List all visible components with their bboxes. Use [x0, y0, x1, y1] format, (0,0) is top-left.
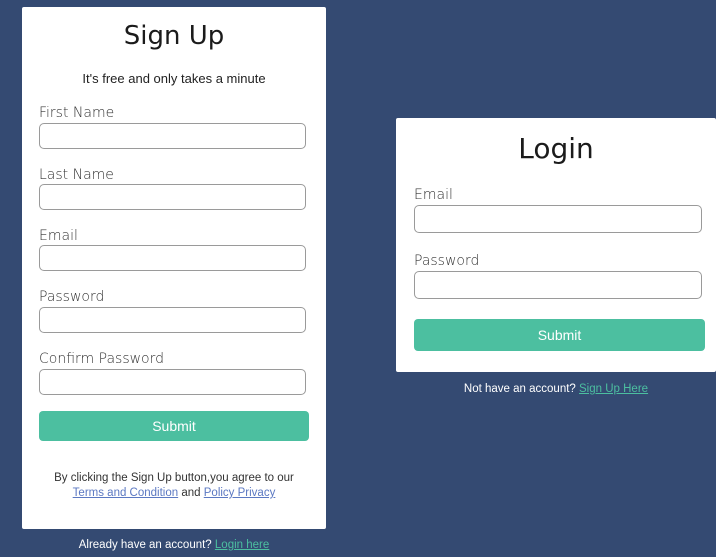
login-card: Login Email Password Submit: [396, 118, 716, 372]
signup-email-field[interactable]: [39, 245, 306, 271]
login-footer-text: Not have an account?: [463, 383, 576, 395]
login-password-label: Password: [414, 253, 480, 269]
login-password-field[interactable]: [414, 271, 702, 299]
confirm-password-label: Confirm Password: [39, 351, 165, 367]
signup-footer-text: Already have an account?: [78, 539, 212, 551]
first-name-field[interactable]: [39, 123, 306, 149]
login-email-field[interactable]: [414, 205, 702, 233]
terms-prefix-text: By clicking the Sign Up button,you agree…: [54, 472, 294, 484]
terms-link[interactable]: Terms and Condition: [73, 487, 178, 499]
terms-and-text: and: [181, 487, 201, 499]
confirm-password-field[interactable]: [39, 369, 306, 395]
login-here-link[interactable]: Login here: [215, 539, 269, 551]
signup-password-label: Password: [39, 289, 105, 305]
signup-email-label: Email: [39, 228, 78, 244]
signup-footer: Already have an account? Login here: [22, 539, 326, 551]
login-footer: Not have an account? Sign Up Here: [396, 383, 716, 395]
signup-subtitle: It's free and only takes a minute: [82, 71, 266, 86]
signup-title: Sign Up: [123, 21, 225, 51]
terms-notice: By clicking the Sign Up button,you agree…: [32, 471, 316, 501]
signup-card: Sign Up It's free and only takes a minut…: [22, 7, 326, 529]
privacy-link[interactable]: Policy Privacy: [204, 487, 276, 499]
last-name-label: Last Name: [39, 167, 114, 183]
sign-up-here-link[interactable]: Sign Up Here: [579, 383, 648, 395]
signup-password-field[interactable]: [39, 307, 306, 333]
login-email-label: Email: [414, 187, 453, 203]
signup-submit-button[interactable]: Submit: [39, 411, 309, 441]
last-name-field[interactable]: [39, 184, 306, 210]
login-title: Login: [518, 132, 594, 165]
first-name-label: First Name: [39, 105, 115, 121]
login-submit-button[interactable]: Submit: [414, 319, 705, 351]
